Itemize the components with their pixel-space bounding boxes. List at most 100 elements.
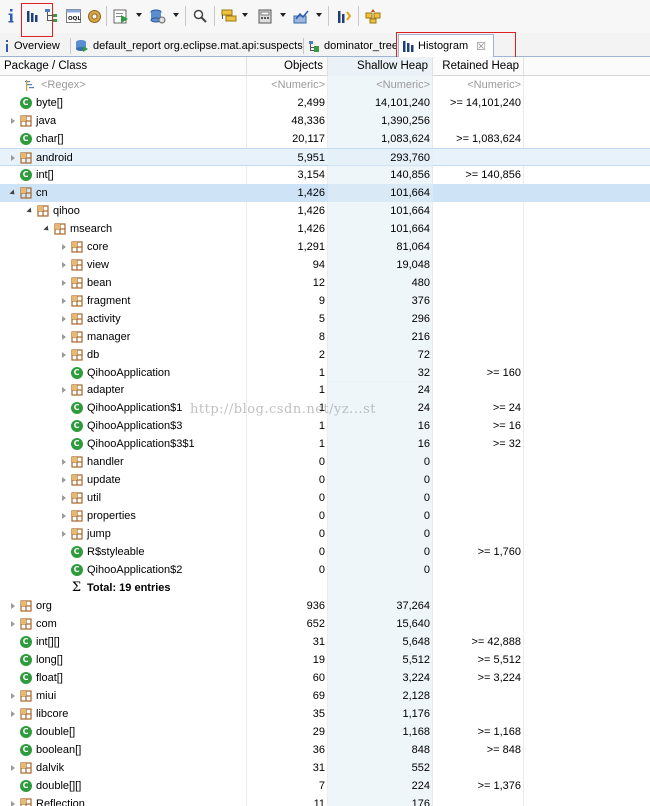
collapsed-arrow-icon[interactable] bbox=[58, 241, 70, 253]
table-row[interactable]: C QihooApplication$3 1 16 >= 16 bbox=[0, 417, 650, 436]
collapsed-arrow-icon[interactable] bbox=[58, 295, 70, 307]
column-header-name[interactable]: Package / Class bbox=[0, 57, 247, 76]
table-row[interactable]: Reflection 11 176 bbox=[0, 794, 650, 806]
table-row[interactable]: Cint[] 3,154 140,856 >= 140,856 bbox=[0, 165, 650, 184]
gear-icon[interactable] bbox=[86, 8, 102, 24]
table-row[interactable]: activity 5 296 bbox=[0, 309, 650, 328]
collapsed-arrow-icon[interactable] bbox=[58, 384, 70, 396]
table-row[interactable]: android 5,951 293,760 bbox=[0, 147, 650, 167]
collapsed-arrow-icon[interactable] bbox=[58, 510, 70, 522]
collapsed-arrow-icon[interactable] bbox=[58, 259, 70, 271]
compare-icon[interactable] bbox=[335, 8, 353, 24]
table-row[interactable]: miui 69 2,128 bbox=[0, 686, 650, 705]
table-row[interactable]: update 0 0 bbox=[0, 471, 650, 490]
table-header: Package / Class Objects Shallow Heap Ret… bbox=[0, 57, 650, 76]
collapsed-arrow-icon[interactable] bbox=[7, 762, 19, 774]
dominator-tree-icon[interactable] bbox=[43, 8, 59, 24]
retained-filter-cell[interactable]: <Numeric> bbox=[433, 76, 524, 94]
table-row[interactable]: Cint[][] 31 5,648 >= 42,888 bbox=[0, 633, 650, 652]
collapsed-arrow-icon[interactable] bbox=[58, 474, 70, 486]
collapsed-arrow-icon[interactable] bbox=[7, 152, 19, 164]
objects-filter-cell[interactable]: <Numeric> bbox=[247, 76, 328, 94]
column-header-shallow-heap[interactable]: Shallow Heap bbox=[328, 57, 433, 76]
histogram-icon[interactable] bbox=[24, 8, 40, 24]
table-row[interactable]: view 94 19,048 bbox=[0, 255, 650, 274]
calculator-icon[interactable] bbox=[256, 8, 274, 24]
collapsed-arrow-icon[interactable] bbox=[58, 349, 70, 361]
table-row[interactable]: handler 0 0 bbox=[0, 453, 650, 472]
chevron-down-icon[interactable] bbox=[173, 13, 179, 17]
table-row[interactable]: msearch 1,426 101,664 bbox=[0, 219, 650, 238]
close-icon[interactable]: ☒ bbox=[476, 40, 486, 53]
collapsed-arrow-icon[interactable] bbox=[58, 528, 70, 540]
class-icon: C bbox=[70, 546, 83, 559]
run-report-icon[interactable] bbox=[112, 8, 130, 24]
collapsed-arrow-icon[interactable] bbox=[7, 115, 19, 127]
table-row[interactable]: C QihooApplication$3$1 1 16 >= 32 bbox=[0, 435, 650, 454]
table-row[interactable]: properties 0 0 bbox=[0, 507, 650, 526]
collapsed-arrow-icon[interactable] bbox=[7, 798, 19, 806]
expanded-arrow-icon[interactable] bbox=[7, 187, 19, 199]
regex-filter-cell[interactable]: <Regex> bbox=[0, 76, 247, 94]
oql-icon[interactable]: OQL bbox=[65, 8, 81, 24]
table-row[interactable]: C R$styleable 0 0 >= 1,760 bbox=[0, 543, 650, 562]
table-row[interactable]: db 2 72 bbox=[0, 345, 650, 364]
collapsed-arrow-icon[interactable] bbox=[58, 492, 70, 504]
table-row[interactable]: Cchar[] 20,117 1,083,624 >= 1,083,624 bbox=[0, 129, 650, 148]
expanded-arrow-icon[interactable] bbox=[24, 205, 36, 217]
table-row[interactable]: Cdouble[][] 7 224 >= 1,376 bbox=[0, 776, 650, 795]
table-row[interactable]: C QihooApplication$2 0 0 bbox=[0, 561, 650, 580]
tab-dominator-tree[interactable]: dominator_tree bbox=[304, 35, 396, 57]
table-row[interactable]: com 652 15,640 bbox=[0, 615, 650, 634]
table-row[interactable]: C QihooApplication 1 32 >= 160 bbox=[0, 363, 650, 382]
info-icon[interactable] bbox=[5, 8, 17, 24]
collapsed-arrow-icon[interactable] bbox=[7, 690, 19, 702]
collapsed-arrow-icon[interactable] bbox=[7, 618, 19, 630]
tab-default-report[interactable]: default_report org.eclipse.mat.api:suspe… bbox=[71, 35, 303, 57]
table-row[interactable]: fragment 9 376 bbox=[0, 291, 650, 310]
table-row[interactable]: java 48,336 1,390,256 bbox=[0, 111, 650, 130]
table-row[interactable]: libcore 35 1,176 bbox=[0, 704, 650, 723]
table-row[interactable]: C QihooApplication$1 1 24 >= 24 bbox=[0, 399, 650, 418]
collapsed-arrow-icon[interactable] bbox=[7, 600, 19, 612]
table-row[interactable]: core 1,291 81,064 bbox=[0, 237, 650, 256]
table-row[interactable]: jump 0 0 bbox=[0, 525, 650, 544]
name-cell: Σ Total: 19 entries bbox=[0, 579, 247, 597]
table-row[interactable]: Cdouble[] 29 1,168 >= 1,168 bbox=[0, 722, 650, 741]
table-row[interactable]: manager 8 216 bbox=[0, 327, 650, 346]
table-row[interactable]: Σ Total: 19 entries bbox=[0, 579, 650, 598]
export-icon[interactable] bbox=[292, 8, 310, 24]
table-row[interactable]: Cfloat[] 60 3,224 >= 3,224 bbox=[0, 668, 650, 687]
collapsed-arrow-icon[interactable] bbox=[58, 313, 70, 325]
table-row[interactable]: adapter 1 24 bbox=[0, 381, 650, 400]
table-row[interactable]: cn 1,426 101,664 bbox=[0, 183, 650, 202]
collapsed-arrow-icon[interactable] bbox=[58, 331, 70, 343]
column-header-objects[interactable]: Objects bbox=[247, 57, 328, 76]
search-icon[interactable] bbox=[192, 8, 208, 24]
collapsed-arrow-icon[interactable] bbox=[58, 277, 70, 289]
chevron-down-icon[interactable] bbox=[136, 13, 142, 17]
shallow-filter-cell[interactable]: <Numeric> bbox=[328, 76, 433, 94]
column-header-retained-heap[interactable]: Retained Heap bbox=[433, 57, 524, 76]
chevron-down-icon[interactable] bbox=[316, 13, 322, 17]
chevron-down-icon[interactable] bbox=[242, 13, 248, 17]
histogram-table[interactable]: Package / Class Objects Shallow Heap Ret… bbox=[0, 57, 650, 806]
tab-histogram[interactable]: Histogram ☒ bbox=[398, 34, 494, 58]
tab-overview[interactable]: Overview bbox=[0, 35, 70, 57]
table-row[interactable]: Cboolean[] 36 848 >= 848 bbox=[0, 740, 650, 759]
query-browser-icon[interactable] bbox=[149, 8, 167, 24]
table-row[interactable]: Clong[] 19 5,512 >= 5,512 bbox=[0, 651, 650, 669]
row-label: qihoo bbox=[53, 204, 80, 217]
table-row[interactable]: Cbyte[] 2,499 14,101,240 >= 14,101,240 bbox=[0, 93, 650, 112]
chevron-down-icon[interactable] bbox=[280, 13, 286, 17]
expanded-arrow-icon[interactable] bbox=[41, 223, 53, 235]
table-row[interactable]: bean 12 480 bbox=[0, 273, 650, 292]
table-row[interactable]: org 936 37,264 bbox=[0, 597, 650, 616]
table-row[interactable]: dalvik 31 552 bbox=[0, 758, 650, 777]
group-icon[interactable] bbox=[220, 8, 238, 24]
table-row[interactable]: qihoo 1,426 101,664 bbox=[0, 201, 650, 220]
collapsed-arrow-icon[interactable] bbox=[7, 708, 19, 720]
heap-dump-overview-icon[interactable] bbox=[364, 8, 382, 24]
collapsed-arrow-icon[interactable] bbox=[58, 456, 70, 468]
table-row[interactable]: util 0 0 bbox=[0, 489, 650, 508]
